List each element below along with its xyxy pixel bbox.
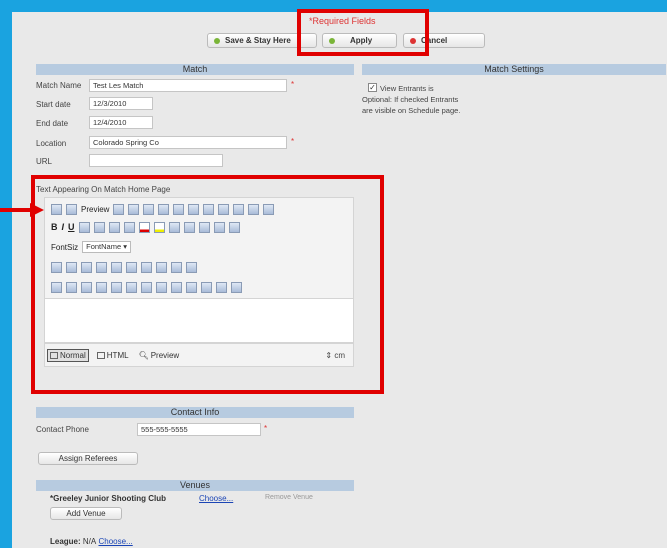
remove-venue-link[interactable]: Remove Venue (265, 494, 313, 501)
contact-phone-input[interactable]: 555-555-5555 (137, 423, 261, 436)
end-date-input[interactable]: 12/4/2010 (89, 116, 153, 129)
contact-info-header: Contact Info (36, 407, 354, 418)
venue-name: *Greeley Junior Shooting Club (50, 494, 167, 503)
start-date-label: Start date (36, 100, 71, 109)
match-settings-header: Match Settings (362, 64, 666, 75)
location-label: Location (36, 139, 67, 148)
start-date-input[interactable]: 12/3/2010 (89, 97, 153, 110)
green-dot-icon (214, 37, 220, 44)
arrow-icon (0, 203, 44, 217)
editor-highlight-box (31, 175, 384, 394)
assign-referees-button[interactable]: Assign Referees (38, 452, 138, 465)
match-name-input[interactable]: Test Les Match (89, 79, 287, 92)
view-entrants-description: View Entrants is Optional: If checked En… (362, 84, 461, 115)
match-section-header: Match (36, 64, 354, 75)
contact-phone-label: Contact Phone (36, 425, 89, 434)
match-name-label: Match Name (36, 81, 82, 90)
required-star: * (291, 80, 295, 89)
window-left-border (0, 0, 12, 548)
venues-header: Venues (36, 480, 354, 491)
league-label: League: (50, 537, 81, 546)
required-apply-highlight-box (297, 9, 429, 56)
save-stay-label: Save & Stay Here (225, 36, 291, 45)
url-label: URL (36, 157, 53, 166)
league-choose-link[interactable]: Choose... (98, 537, 132, 546)
venue-choose-link[interactable]: Choose... (199, 494, 233, 503)
add-venue-button[interactable]: Add Venue (50, 507, 122, 520)
end-date-label: End date (36, 119, 69, 128)
required-star: * (291, 137, 295, 146)
league-row: League: N/A Choose... (50, 537, 133, 546)
url-input[interactable] (89, 154, 223, 167)
league-value: N/A (82, 537, 97, 546)
location-input[interactable]: Colorado Spring Co (89, 136, 287, 149)
required-star: * (264, 424, 268, 433)
